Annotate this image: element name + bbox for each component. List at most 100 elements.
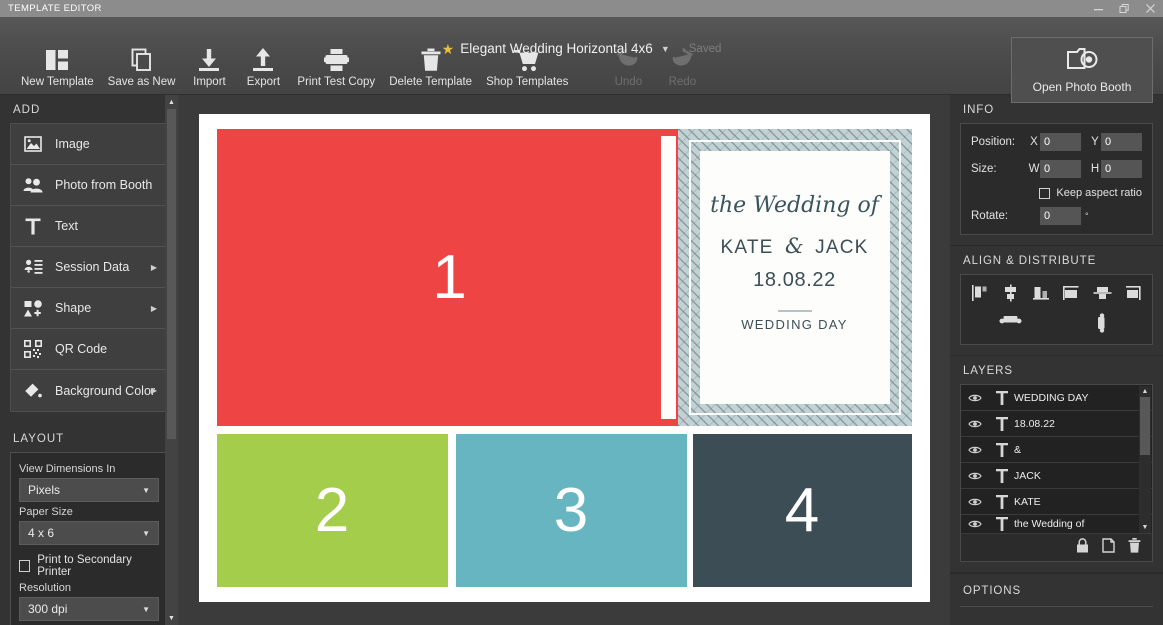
layer-row[interactable]: & [961,437,1152,463]
scrollbar-thumb[interactable] [1140,397,1150,455]
align-icons-row-2 [967,307,1146,340]
card-line-wedding-day[interactable]: WEDDING DAY [678,317,912,332]
degree-symbol: ° [1085,211,1089,221]
align-top-icon[interactable] [1062,284,1081,307]
scroll-down-icon[interactable]: ▼ [165,611,178,625]
card-line-the-wedding-of[interactable]: the Wedding of [678,193,912,218]
invitation-card[interactable]: the Wedding of KATE & JACK 18.08.22 WEDD… [678,129,912,426]
layer-name: KATE [1014,496,1041,508]
window-title: TEMPLATE EDITOR [8,3,102,14]
minimize-button[interactable] [1085,0,1111,17]
layer-name: & [1014,444,1021,456]
text-layer-icon [990,469,1014,483]
placeholder-number: 4 [785,480,819,542]
align-right-icon[interactable] [1032,284,1051,307]
eye-icon[interactable] [968,497,990,507]
layer-row[interactable]: WEDDING DAY [961,385,1152,411]
distribute-horizontal-icon[interactable] [999,313,1022,338]
add-item-text[interactable]: Text [11,206,167,247]
add-item-qr-code[interactable]: QR Code [11,329,167,370]
import-button[interactable]: Import [182,42,236,88]
align-left-icon[interactable] [971,284,990,307]
photo-placeholder-4[interactable]: 4 [693,434,912,587]
card-line-date[interactable]: 18.08.22 [678,269,912,292]
layer-name: the Wedding of [1014,518,1084,530]
keep-aspect-ratio-checkbox[interactable]: Keep aspect ratio [971,187,1142,199]
eye-icon[interactable] [968,519,990,529]
scrollbar-thumb[interactable] [167,109,176,439]
layer-row[interactable]: KATE [961,489,1152,515]
new-template-button[interactable]: New Template [14,42,101,88]
photo-placeholder-3[interactable]: 3 [456,434,687,587]
eye-icon[interactable] [968,471,990,481]
duplicate-icon[interactable] [1102,538,1115,558]
layers-list: WEDDING DAY 18.08.22 [960,384,1153,562]
add-item-shape[interactable]: Shape ▶ [11,288,167,329]
save-as-new-button[interactable]: Save as New [101,42,183,88]
checkbox-box [19,560,30,572]
view-dimensions-select[interactable]: Pixels ▼ [19,478,159,502]
align-heading: ALIGN & DISTRIBUTE [950,246,1163,274]
eye-icon[interactable] [968,445,990,455]
add-item-photo-from-booth[interactable]: Photo from Booth [11,165,167,206]
h-input[interactable] [1101,160,1142,178]
add-item-image[interactable]: Image [11,124,167,165]
chevron-right-icon: ▶ [151,304,157,313]
close-button[interactable] [1137,0,1163,17]
left-panel-scrollbar[interactable]: ▲ ▼ [165,95,178,625]
print-secondary-printer-checkbox[interactable]: Print to Secondary Printer [19,554,159,578]
layer-row[interactable]: 18.08.22 [961,411,1152,437]
delete-icon[interactable] [1128,538,1141,558]
layer-row[interactable]: JACK [961,463,1152,489]
x-input[interactable] [1040,133,1081,151]
add-item-session-data[interactable]: Session Data ▶ [11,247,167,288]
template-canvas[interactable]: 1 the Wedding of KATE & JACK 18.08.22 WE… [199,114,930,602]
print-secondary-printer-label: Print to Secondary Printer [37,554,159,578]
align-center-horizontal-icon[interactable] [1001,284,1020,307]
photo-placeholder-1[interactable]: 1 [217,129,683,426]
add-item-label: Session Data [55,260,129,274]
add-section-heading: ADD [0,95,178,123]
lock-icon[interactable] [1076,538,1089,558]
resolution-select[interactable]: 300 dpi ▼ [19,597,159,621]
add-item-label: Text [55,219,78,233]
x-label: X [1028,136,1040,148]
w-input[interactable] [1040,160,1081,178]
export-button[interactable]: Export [236,42,290,88]
align-middle-vertical-icon[interactable] [1093,284,1112,307]
toolbar-label: Import [193,76,226,88]
card-line-names[interactable]: KATE & JACK [678,234,912,259]
paper-size-select[interactable]: 4 x 6 ▼ [19,521,159,545]
layers-scrollbar[interactable]: ▲ ▼ [1139,386,1151,533]
print-test-copy-button[interactable]: Print Test Copy [290,42,382,88]
layer-row[interactable]: the Wedding of [961,515,1152,534]
view-dimensions-label: View Dimensions In [19,463,159,475]
rotate-input[interactable] [1040,207,1081,225]
star-icon[interactable]: ★ [442,42,455,56]
align-box [960,274,1153,345]
align-icons-row-1 [967,281,1146,307]
layout-controls: View Dimensions In Pixels ▼ Paper Size 4… [10,452,168,625]
open-photo-booth-button[interactable]: Open Photo Booth [1011,37,1153,103]
add-item-label: Shape [55,301,91,315]
eye-icon[interactable] [968,419,990,429]
chevron-down-icon[interactable]: ▼ [661,44,670,54]
align-bottom-icon[interactable] [1123,284,1142,307]
scroll-up-icon[interactable]: ▲ [1139,386,1151,397]
scroll-up-icon[interactable]: ▲ [165,95,178,109]
info-box: Position: X Y Size: W H Keep aspect rati… [960,123,1153,235]
restore-button[interactable] [1111,0,1137,17]
trash-icon [420,42,442,72]
scroll-down-icon[interactable]: ▼ [1139,522,1151,533]
photo-placeholder-2[interactable]: 2 [217,434,448,587]
document-name[interactable]: Elegant Wedding Horizontal 4x6 [460,41,653,56]
distribute-vertical-icon[interactable] [1094,313,1110,338]
eye-icon[interactable] [968,393,990,403]
layer-name: WEDDING DAY [1014,392,1088,404]
options-heading: OPTIONS [950,573,1163,606]
keep-aspect-ratio-label: Keep aspect ratio [1056,187,1142,199]
add-item-background-color[interactable]: Background Color ▶ [11,370,167,411]
y-input[interactable] [1101,133,1142,151]
export-icon [251,42,275,72]
canvas-area[interactable]: 1 the Wedding of KATE & JACK 18.08.22 WE… [178,95,950,625]
